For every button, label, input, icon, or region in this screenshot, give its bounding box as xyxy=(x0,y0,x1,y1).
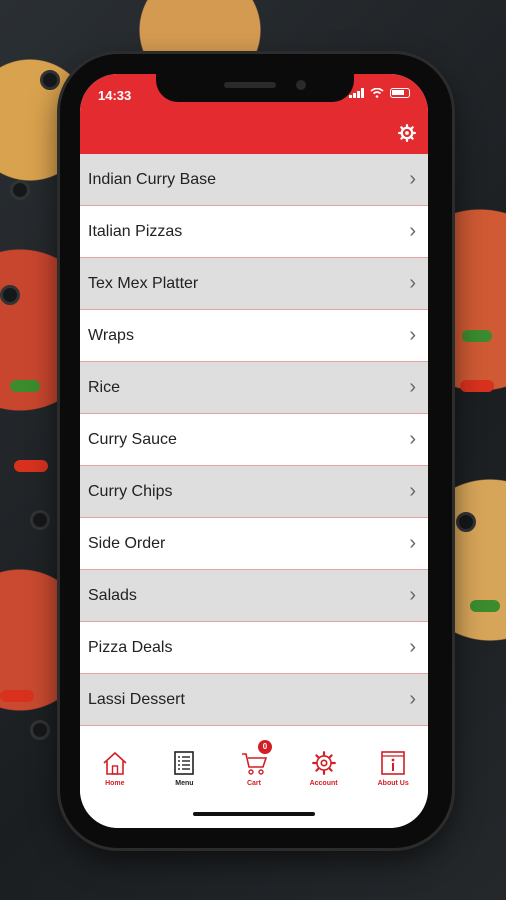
phone-notch xyxy=(156,66,354,102)
menu-item-tex-mex-platter[interactable]: Tex Mex Platter › xyxy=(80,258,428,310)
speaker-grille xyxy=(224,82,276,88)
chevron-right-icon: › xyxy=(409,272,416,294)
menu-item-label: Wraps xyxy=(88,326,134,344)
gear-icon[interactable] xyxy=(398,124,416,142)
chevron-right-icon: › xyxy=(409,584,416,606)
olive-decoration xyxy=(456,512,476,532)
tab-about-us[interactable]: About Us xyxy=(363,750,423,828)
menu-item-label: Salads xyxy=(88,586,137,604)
menu-item-label: Italian Pizzas xyxy=(88,222,183,240)
menu-item-label: Tex Mex Platter xyxy=(88,274,199,292)
menu-item-label: Side Order xyxy=(88,534,166,552)
tab-account[interactable]: Account xyxy=(294,750,354,828)
status-icons xyxy=(349,88,410,98)
account-gear-icon xyxy=(311,751,336,775)
olive-decoration xyxy=(0,285,20,305)
tab-menu[interactable]: Menu xyxy=(154,750,214,828)
tab-label: Cart xyxy=(246,780,261,787)
olive-decoration xyxy=(10,180,30,200)
chevron-right-icon: › xyxy=(409,480,416,502)
menu-item-label: Lassi Dessert xyxy=(88,690,185,708)
menu-item-curry-sauce[interactable]: Curry Sauce › xyxy=(80,414,428,466)
tab-cart[interactable]: 0 Cart xyxy=(224,740,284,828)
menu-icon xyxy=(174,751,195,775)
menu-item-label: Curry Chips xyxy=(88,482,173,500)
pepper-decoration xyxy=(470,600,500,612)
menu-item-indian-curry-base[interactable]: Indian Curry Base › xyxy=(80,154,428,206)
tab-label: Account xyxy=(309,780,338,787)
status-time: 14:33 xyxy=(98,88,132,103)
info-icon xyxy=(381,751,405,775)
menu-item-label: Indian Curry Base xyxy=(88,170,217,188)
chevron-right-icon: › xyxy=(409,324,416,346)
battery-icon xyxy=(390,88,410,98)
menu-item-pizza-deals[interactable]: Pizza Deals › xyxy=(80,622,428,674)
home-indicator xyxy=(193,812,315,816)
chevron-right-icon: › xyxy=(409,428,416,450)
menu-item-label: Pizza Deals xyxy=(88,638,173,656)
tab-label: Menu xyxy=(175,780,194,787)
chevron-right-icon: › xyxy=(409,532,416,554)
menu-item-rice[interactable]: Rice › xyxy=(80,362,428,414)
front-camera xyxy=(296,80,306,90)
chevron-right-icon: › xyxy=(409,636,416,658)
pepper-decoration xyxy=(462,330,492,342)
chevron-right-icon: › xyxy=(409,376,416,398)
menu-item-label: Curry Sauce xyxy=(88,430,177,448)
chevron-right-icon: › xyxy=(409,168,416,190)
menu-item-italian-pizzas[interactable]: Italian Pizzas › xyxy=(80,206,428,258)
menu-item-curry-chips[interactable]: Curry Chips › xyxy=(80,466,428,518)
tab-label: Home xyxy=(105,780,125,787)
olive-decoration xyxy=(30,720,50,740)
home-icon xyxy=(103,751,127,775)
menu-item-lassi-dessert[interactable]: Lassi Dessert › xyxy=(80,674,428,726)
tab-home[interactable]: Home xyxy=(85,750,145,828)
menu-item-salads[interactable]: Salads › xyxy=(80,570,428,622)
chevron-right-icon: › xyxy=(409,688,416,710)
cart-count-badge: 0 xyxy=(257,740,272,754)
red-pepper-decoration xyxy=(460,380,494,392)
menu-item-label: Rice xyxy=(88,378,121,396)
red-pepper-decoration xyxy=(14,460,48,472)
pepper-decoration xyxy=(10,380,40,392)
menu-item-side-order[interactable]: Side Order › xyxy=(80,518,428,570)
tab-label: About Us xyxy=(377,780,409,787)
menu-item-wraps[interactable]: Wraps › xyxy=(80,310,428,362)
olive-decoration xyxy=(30,510,50,530)
olive-decoration xyxy=(40,70,60,90)
app-screen: 14:33 Indian Curry Base › Italian Pizzas… xyxy=(80,74,428,828)
red-pepper-decoration xyxy=(0,690,34,702)
category-list: Indian Curry Base › Italian Pizzas › Tex… xyxy=(80,154,428,726)
chevron-right-icon: › xyxy=(409,220,416,242)
wifi-icon xyxy=(370,88,384,98)
